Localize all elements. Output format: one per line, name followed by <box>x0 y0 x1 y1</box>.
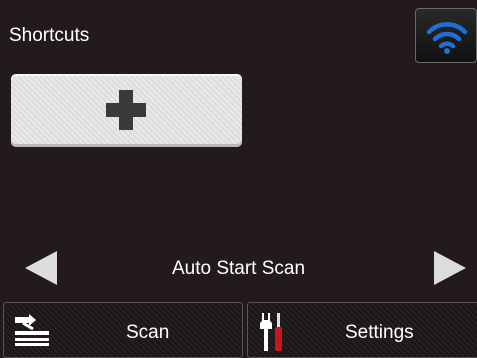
settings-button-label: Settings <box>345 322 414 343</box>
scan-button-label: Scan <box>126 322 170 343</box>
add-shortcut-button[interactable] <box>11 74 242 147</box>
wifi-icon <box>426 22 468 54</box>
triangle-right-icon[interactable] <box>433 250 467 286</box>
wifi-button[interactable] <box>415 8 477 63</box>
tools-icon <box>260 313 282 351</box>
touch-screen: Shortcuts Auto Start Scan Scan Settings <box>0 0 477 358</box>
triangle-left-icon[interactable] <box>24 250 58 286</box>
settings-button[interactable]: Settings <box>247 302 477 358</box>
page-title: Shortcuts <box>9 25 90 46</box>
scanner-icon <box>15 314 49 346</box>
plus-icon <box>106 90 146 130</box>
scan-button[interactable]: Scan <box>3 302 243 358</box>
shortcut-page-label: Auto Start Scan <box>171 258 306 279</box>
